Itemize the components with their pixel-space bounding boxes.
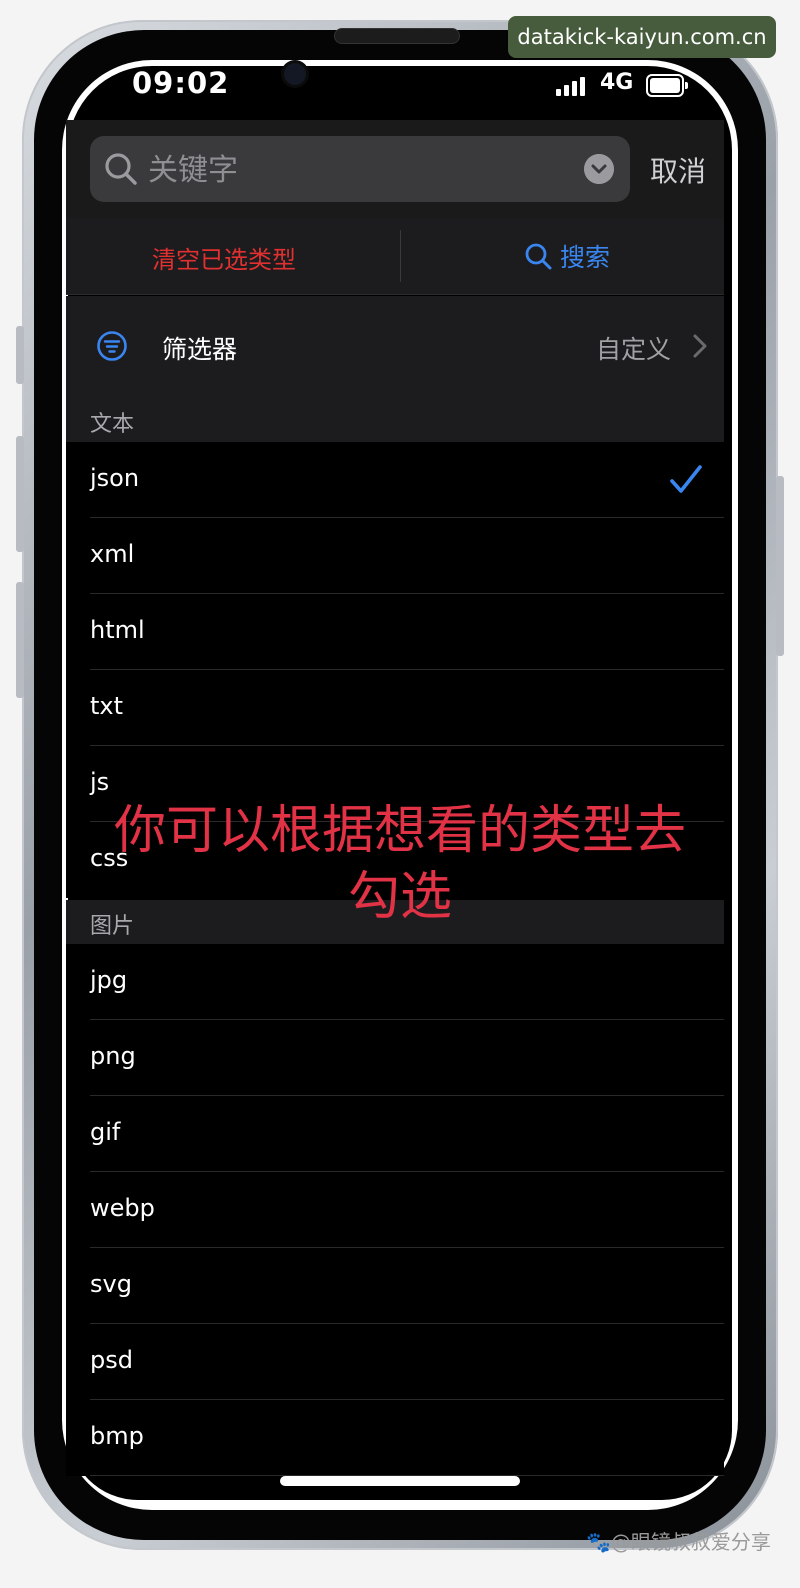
list-item-label: html <box>90 616 145 644</box>
search-icon <box>105 153 137 185</box>
list-item-label: json <box>90 464 140 492</box>
clear-selection-button[interactable]: 清空已选类型 <box>152 240 296 275</box>
home-indicator[interactable] <box>280 1476 520 1486</box>
search-icon <box>525 243 552 270</box>
volume-up-button <box>16 436 24 552</box>
overlay-line: 勾选 <box>347 867 452 927</box>
list-item-label: webp <box>90 1194 155 1222</box>
search-input[interactable] <box>146 140 570 200</box>
status-time: 09:02 <box>132 66 230 100</box>
credit-watermark: 🐾@眼镜叔叔爱分享 <box>586 1530 771 1554</box>
cancel-button[interactable]: 取消 <box>650 150 706 190</box>
list-item-label: txt <box>90 692 124 720</box>
list-item[interactable]: png <box>66 1020 724 1096</box>
list-item[interactable]: txt <box>66 670 724 746</box>
section-title: 文本 <box>90 412 135 437</box>
action-button <box>16 326 24 384</box>
list-item-label: svg <box>90 1270 132 1298</box>
checkmark-icon <box>670 465 702 493</box>
list-item-label: psd <box>90 1346 133 1374</box>
list-item[interactable]: webp <box>66 1172 724 1248</box>
filter-value: 自定义 <box>596 335 672 364</box>
list-item-label: png <box>90 1042 136 1070</box>
list-item[interactable]: json <box>66 442 724 518</box>
list-item-label: bmp <box>90 1422 144 1450</box>
list-item-label: jpg <box>90 966 128 994</box>
list-item[interactable]: html <box>66 594 724 670</box>
chevron-right-icon <box>693 334 707 358</box>
section-header-text: 文本 <box>66 398 724 442</box>
search-button-label: 搜索 <box>560 243 611 272</box>
filter-label: 筛选器 <box>162 335 238 364</box>
list-item-label: js <box>90 768 110 796</box>
list-item[interactable]: jpg <box>66 944 724 1020</box>
filter-icon <box>97 331 127 361</box>
list-item[interactable]: gif <box>66 1096 724 1172</box>
power-button <box>776 476 784 656</box>
list-item[interactable]: psd <box>66 1324 724 1400</box>
overlay-line: 你可以根据想看的类型去 <box>113 801 686 861</box>
network-label: 4G <box>600 70 634 95</box>
list-item-label: gif <box>90 1118 121 1146</box>
front-camera <box>284 63 306 85</box>
search-button[interactable]: 搜索 <box>524 238 610 274</box>
volume-down-button <box>16 582 24 698</box>
signal-icon <box>556 76 585 96</box>
battery-icon <box>646 74 688 97</box>
list-item[interactable]: svg <box>66 1248 724 1324</box>
list-item-label: xml <box>90 540 135 568</box>
list-item[interactable]: bmp <box>66 1400 724 1476</box>
chevron-down-icon[interactable] <box>584 154 614 184</box>
speaker-grille <box>334 28 460 44</box>
url-watermark: datakick-kaiyun.com.cn <box>508 16 776 58</box>
list-item[interactable]: xml <box>66 518 724 594</box>
divider <box>400 230 401 282</box>
overlay-caption: 你可以根据想看的类型去 勾选 <box>62 798 738 930</box>
